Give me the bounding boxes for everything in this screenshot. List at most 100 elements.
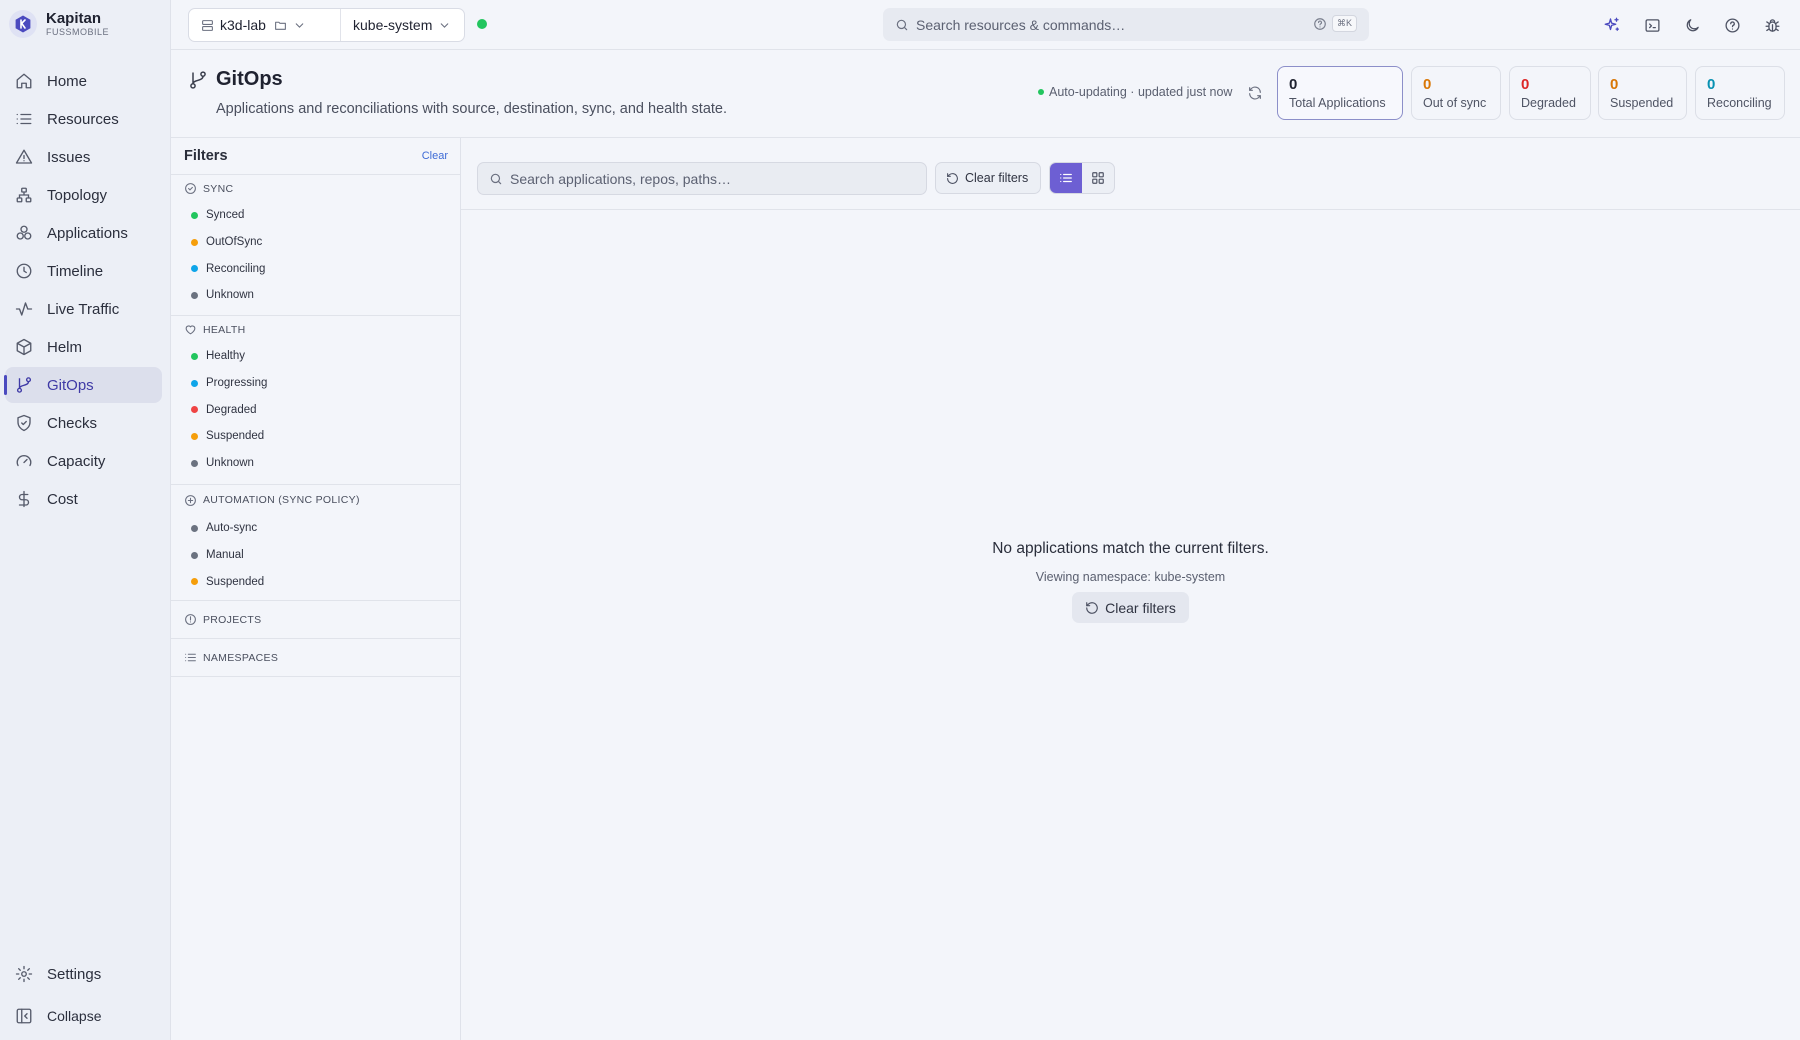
filter-option-label: Progressing	[206, 377, 268, 390]
cluster-selector[interactable]: k3d-lab	[189, 9, 341, 41]
status-dot	[191, 551, 198, 559]
filter-option-manual[interactable]: Manual	[171, 542, 460, 569]
filter-section-header[interactable]: SYNC	[171, 175, 460, 202]
nav-item-capacity[interactable]: Capacity	[5, 443, 162, 479]
filter-option-label: Synced	[206, 209, 245, 222]
nav-item-live-traffic[interactable]: Live Traffic	[5, 291, 162, 327]
kapitan-logo-icon	[9, 10, 37, 38]
cluster-name: k3d-lab	[220, 17, 266, 33]
help-circle-icon[interactable]	[1313, 17, 1327, 31]
stat-reconciling[interactable]: 0 Reconciling	[1695, 66, 1785, 120]
live-dot	[1038, 89, 1044, 95]
nav-item-issues[interactable]: Issues	[5, 139, 162, 175]
stat-out-of-sync[interactable]: 0 Out of sync	[1411, 66, 1501, 120]
stat-label: Out of sync	[1423, 96, 1487, 110]
page-header: GitOps Applications and reconciliations …	[171, 50, 1800, 138]
nav-item-timeline[interactable]: Timeline	[5, 253, 162, 289]
applications-icon	[15, 224, 33, 242]
refresh-icon[interactable]	[1247, 85, 1263, 101]
reset-icon	[1085, 601, 1099, 615]
clear-filters-button[interactable]: Clear filters	[935, 162, 1041, 194]
filter-section-header[interactable]: NAMESPACES	[171, 639, 460, 676]
collapse-button[interactable]: Collapse	[5, 998, 162, 1034]
filter-option-synced[interactable]: Synced	[171, 202, 460, 229]
filter-option-suspended[interactable]: Suspended	[171, 423, 460, 450]
stat-value: 0	[1423, 76, 1432, 93]
filter-section-header[interactable]: HEALTH	[171, 316, 460, 343]
nav-item-gitops[interactable]: GitOps	[4, 367, 162, 403]
filter-section-header[interactable]: AUTOMATION (SYNC POLICY)	[171, 485, 460, 515]
empty-clear-filters-button[interactable]: Clear filters	[1072, 592, 1189, 623]
brand-subtitle: FUSSMOBILE	[46, 27, 110, 37]
page-description: Applications and reconciliations with so…	[216, 101, 728, 117]
status-dot	[191, 459, 198, 467]
reset-icon	[946, 172, 959, 185]
nav-item-helm[interactable]: Helm	[5, 329, 162, 365]
filter-section-header[interactable]: PROJECTS	[171, 601, 460, 638]
app-search-input[interactable]	[510, 170, 910, 187]
filter-option-unknown[interactable]: Unknown	[171, 450, 460, 477]
list-icon	[15, 110, 33, 128]
filter-option-degraded[interactable]: Degraded	[171, 396, 460, 423]
app-search[interactable]	[477, 162, 927, 195]
stat-value: 0	[1707, 76, 1716, 93]
list-view-button[interactable]	[1050, 163, 1082, 193]
filter-option-healthy[interactable]: Healthy	[171, 343, 460, 370]
stat-value: 0	[1289, 76, 1298, 93]
global-search[interactable]: ⌘K	[883, 8, 1369, 41]
filter-option-progressing[interactable]: Progressing	[171, 370, 460, 397]
nav-item-topology[interactable]: Topology	[5, 177, 162, 213]
nav-label: Issues	[47, 148, 91, 166]
nav-label: Checks	[47, 414, 98, 432]
list-icon	[184, 651, 197, 664]
filter-option-auto-sync[interactable]: Auto-sync	[171, 515, 460, 542]
filter-section-namespaces: NAMESPACES	[171, 639, 460, 677]
theme-toggle-button[interactable]	[1680, 13, 1704, 37]
nav-item-applications[interactable]: Applications	[5, 215, 162, 251]
nav-label: Helm	[47, 338, 83, 356]
help-button[interactable]	[1720, 13, 1744, 37]
filter-option-reconciling[interactable]: Reconciling	[171, 255, 460, 282]
nav-label: Home	[47, 72, 88, 90]
warning-icon	[15, 148, 33, 166]
heart-icon	[184, 323, 197, 336]
status-dot	[191, 352, 198, 360]
brand-name: Kapitan	[46, 10, 102, 27]
grid-view-button[interactable]	[1082, 163, 1114, 193]
namespace-name: kube-system	[353, 17, 433, 33]
ai-assistant-button[interactable]	[1600, 13, 1624, 37]
stat-total-applications[interactable]: 0 Total Applications	[1277, 66, 1403, 120]
bug-icon	[1764, 17, 1781, 34]
filter-section-title: SYNC	[203, 182, 234, 195]
stat-suspended[interactable]: 0 Suspended	[1598, 66, 1687, 120]
terminal-button[interactable]	[1640, 13, 1664, 37]
empty-state-title: No applications match the current filter…	[992, 540, 1269, 557]
global-search-input[interactable]	[916, 16, 1316, 33]
debug-button[interactable]	[1760, 13, 1784, 37]
nav-item-cost[interactable]: Cost	[5, 481, 162, 517]
stat-value: 0	[1610, 76, 1619, 93]
status-dot	[191, 524, 198, 532]
status-dot	[191, 265, 198, 273]
nav-item-checks[interactable]: Checks	[5, 405, 162, 441]
stat-degraded[interactable]: 0 Degraded	[1509, 66, 1591, 120]
filter-option-label: Unknown	[206, 457, 254, 470]
nav-item-settings[interactable]: Settings	[5, 956, 162, 992]
filter-option-suspended[interactable]: Suspended	[171, 568, 460, 595]
nav-item-home[interactable]: Home	[5, 63, 162, 99]
nav-item-resources[interactable]: Resources	[5, 101, 162, 137]
toolbar: Clear filters	[461, 138, 1800, 210]
filter-section-sync: SYNC Synced OutOfSync Reconciling Unknow…	[171, 175, 460, 316]
filters-clear-link[interactable]: Clear	[422, 150, 448, 162]
filter-option-unknown[interactable]: Unknown	[171, 282, 460, 309]
filter-option-outofsync[interactable]: OutOfSync	[171, 229, 460, 256]
brand[interactable]: Kapitan FUSSMOBILE	[9, 10, 109, 38]
status-dot	[191, 578, 198, 586]
stat-value: 0	[1521, 76, 1530, 93]
namespace-selector[interactable]: kube-system	[341, 9, 464, 41]
nav-label: Capacity	[47, 452, 106, 470]
auto-update-text: Auto-updating · updated just now	[1049, 85, 1233, 99]
filter-option-label: Reconciling	[206, 262, 266, 275]
filter-option-label: Unknown	[206, 289, 254, 302]
terminal-icon	[1644, 17, 1661, 34]
